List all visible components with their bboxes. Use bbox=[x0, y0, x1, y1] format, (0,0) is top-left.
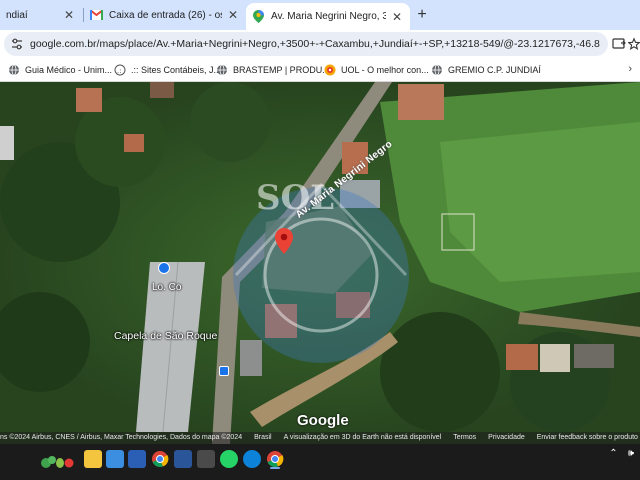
site-info-icon[interactable] bbox=[10, 37, 24, 51]
bookmark-gremio[interactable]: GREMIO C.P. JUNDIAÍ bbox=[431, 63, 541, 77]
bookmark-sites-contabeis[interactable]: .: .:: Sites Contábeis, J... bbox=[114, 63, 221, 77]
bookmark-uol[interactable]: UOL - O melhor con... bbox=[324, 63, 429, 77]
chrome-icon[interactable] bbox=[151, 450, 169, 468]
whatsapp-icon[interactable] bbox=[220, 450, 238, 468]
bookmark-label: .:: Sites Contábeis, J... bbox=[131, 65, 222, 75]
privacy-link[interactable]: Privacidade bbox=[488, 432, 525, 444]
satellite-map[interactable]: SOL Av. Maria Negrini Negro Lo. Co Capel… bbox=[0, 82, 640, 444]
maps-pin-icon bbox=[252, 10, 265, 23]
svg-text:.:: .: bbox=[117, 67, 122, 75]
app-icon[interactable] bbox=[197, 450, 215, 468]
poi-label-capela[interactable]: Capela de São Roque bbox=[114, 330, 217, 342]
attribution-copyright: ns ©2024 Airbus, CNES / Airbus, Maxar Te… bbox=[0, 434, 243, 441]
attribution-country[interactable]: Brasil bbox=[254, 432, 272, 444]
feedback-link[interactable]: Enviar feedback sobre o produto bbox=[537, 432, 638, 444]
close-icon[interactable]: ✕ bbox=[390, 10, 404, 24]
globe-icon bbox=[216, 64, 228, 76]
active-app-indicator bbox=[270, 467, 280, 469]
close-icon[interactable]: ✕ bbox=[62, 8, 76, 22]
bookmark-label: BRASTEMP | PRODU... bbox=[233, 65, 330, 75]
chrome-active-icon[interactable] bbox=[266, 450, 284, 468]
bookmark-brastemp[interactable]: BRASTEMP | PRODU... bbox=[216, 63, 330, 77]
store-icon[interactable] bbox=[128, 450, 146, 468]
bookmark-star-icon[interactable] bbox=[627, 37, 640, 51]
bookmarks-bar: Guia Médico - Unim... .: .:: Sites Contá… bbox=[0, 58, 640, 82]
attribution-3d-note: A visualização em 3D do Earth não está d… bbox=[283, 434, 442, 441]
windows-taskbar: ⌃ 🕪 bbox=[0, 444, 640, 480]
volume-icon[interactable]: 🕪 bbox=[628, 448, 634, 459]
tab-maps-active[interactable]: Av. Maria Negrini Negro, 3500 ✕ bbox=[246, 3, 410, 30]
tab-title: ndiaí bbox=[6, 9, 28, 21]
edge-icon[interactable] bbox=[243, 450, 261, 468]
sites-icon: .: bbox=[114, 64, 126, 76]
chevron-right-icon[interactable]: › bbox=[628, 63, 632, 75]
bookmark-guia-medico[interactable]: Guia Médico - Unim... bbox=[8, 63, 112, 77]
bookmark-label: GREMIO C.P. JUNDIAÍ bbox=[448, 65, 541, 75]
url-text: google.com.br/maps/place/Av.+Maria+Negri… bbox=[30, 38, 600, 50]
bus-stop-icon[interactable] bbox=[219, 366, 229, 376]
word-icon[interactable] bbox=[174, 450, 192, 468]
location-pin-icon[interactable] bbox=[275, 228, 293, 254]
bookmark-label: Guia Médico - Unim... bbox=[25, 65, 113, 75]
poi-camera-icon[interactable] bbox=[158, 262, 170, 274]
tab-strip: ndiaí ✕ Caixa de entrada (26) - osvaldo … bbox=[0, 0, 640, 30]
address-bar[interactable]: google.com.br/maps/place/Av.+Maria+Negri… bbox=[4, 32, 608, 56]
tab-jundiai[interactable]: ndiaí ✕ bbox=[0, 2, 82, 28]
tab-gmail[interactable]: Caixa de entrada (26) - osvaldo ✕ bbox=[84, 2, 246, 28]
uol-icon bbox=[324, 64, 336, 76]
new-tab-button[interactable]: + bbox=[412, 5, 432, 25]
google-logo: Google bbox=[297, 412, 349, 429]
close-icon[interactable]: ✕ bbox=[226, 8, 240, 22]
mail-icon[interactable] bbox=[106, 450, 124, 468]
bookmark-label: UOL - O melhor con... bbox=[341, 65, 429, 75]
globe-icon bbox=[431, 64, 443, 76]
chevron-up-icon[interactable]: ⌃ bbox=[609, 448, 617, 459]
browser-toolbar: google.com.br/maps/place/Av.+Maria+Negri… bbox=[0, 30, 640, 58]
poi-label[interactable]: Lo. Co bbox=[152, 282, 181, 293]
tab-title: Caixa de entrada (26) - osvaldo bbox=[109, 9, 222, 21]
globe-icon bbox=[8, 64, 20, 76]
tab-title: Av. Maria Negrini Negro, 3500 bbox=[271, 11, 386, 22]
terms-link[interactable]: Termos bbox=[453, 432, 476, 444]
gmail-icon bbox=[90, 9, 103, 22]
map-attribution: ns ©2024 Airbus, CNES / Airbus, Maxar Te… bbox=[0, 432, 640, 444]
install-app-icon[interactable] bbox=[612, 37, 626, 51]
weather-widget-icon[interactable] bbox=[40, 454, 74, 470]
file-explorer-icon[interactable] bbox=[84, 450, 102, 468]
system-tray: ⌃ 🕪 bbox=[609, 448, 634, 459]
